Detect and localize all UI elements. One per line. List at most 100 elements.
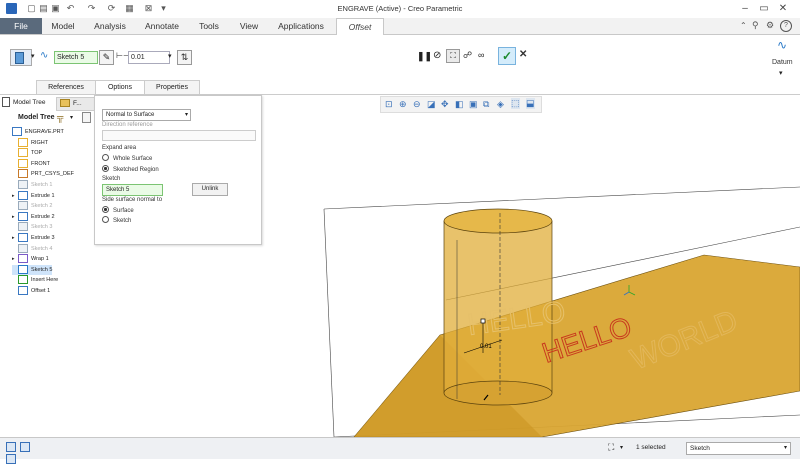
maximize-button[interactable]: ▭: [757, 2, 771, 15]
cancel-button[interactable]: ✕: [519, 49, 527, 60]
tab-references[interactable]: References: [36, 80, 96, 94]
sketched-region-radio[interactable]: Sketched Region: [102, 165, 159, 173]
tree-item[interactable]: ENGRAVE.PRT: [6, 127, 64, 137]
sketch-radio[interactable]: Sketch: [102, 216, 131, 224]
sketch-icon: [18, 180, 28, 190]
search-icon[interactable]: ⚲: [752, 20, 759, 31]
surface-radio[interactable]: Surface: [102, 206, 134, 214]
unlink-button[interactable]: Unlink: [192, 183, 228, 196]
tree-item[interactable]: FRONT: [12, 158, 50, 169]
tree-settings-dropdown-icon[interactable]: ▾: [70, 114, 73, 121]
datum-icon[interactable]: ∿: [774, 38, 790, 52]
tree-filter-icon[interactable]: [82, 112, 91, 123]
tree-item[interactable]: TOP: [12, 148, 42, 158]
verify-preview-button[interactable]: ☍: [463, 50, 472, 61]
tree-item[interactable]: Offset 1: [12, 286, 50, 296]
sketch-icon: [18, 201, 28, 211]
status-bar: ⛶ ▾ 1 selected Sketch ▾: [0, 437, 800, 464]
tree-item-label: Insert Here: [31, 277, 59, 284]
close-button[interactable]: ✕: [776, 2, 790, 15]
tree-item[interactable]: Sketch 4: [12, 243, 52, 254]
browser-toggle-icon[interactable]: [19, 442, 30, 452]
tree-item-label: Extrude 3: [31, 235, 55, 241]
attached-preview-button[interactable]: ⛶: [446, 49, 460, 63]
tab-applications[interactable]: Applications: [272, 18, 330, 34]
tab-view[interactable]: View: [232, 18, 266, 34]
tree-item-label: Sketch 2: [31, 203, 53, 210]
tab-model[interactable]: Model: [44, 18, 82, 34]
side-option-dropdown[interactable]: Normal to Surface ▾: [102, 109, 191, 121]
find-icon[interactable]: ⛶: [608, 442, 614, 453]
sketch-icon: [18, 222, 28, 232]
offset-type-dropdown-icon[interactable]: ▾: [31, 52, 35, 60]
tree-item[interactable]: ▸ Extrude 1: [12, 190, 55, 201]
tab-analysis[interactable]: Analysis: [88, 18, 132, 34]
tree-item[interactable]: RIGHT: [12, 137, 49, 148]
tree-item-label: Wrap 1: [31, 256, 49, 263]
ribbon-tabs: File Model Analysis Annotate Tools View …: [0, 18, 800, 35]
radio-selected-icon: [102, 206, 109, 213]
tree-item-label: Offset 1: [31, 288, 51, 294]
tab-tools[interactable]: Tools: [192, 18, 226, 34]
tree-item-label: PRT_CSYS_DEF: [31, 171, 74, 178]
folder-icon: [60, 99, 70, 108]
selection-count[interactable]: 1 selected: [636, 444, 666, 451]
model-tree-tab[interactable]: Model Tree: [2, 97, 54, 109]
tree-item-label: Sketch 1: [31, 182, 53, 188]
minimize-button[interactable]: –: [738, 2, 752, 15]
flip-icon: ⇅: [180, 52, 189, 62]
tree-toggle-icon[interactable]: [6, 442, 16, 452]
csys-icon: [18, 169, 28, 179]
find-dropdown-icon[interactable]: ▾: [620, 444, 623, 451]
ribbon-collapse-icon[interactable]: ⌃: [740, 21, 747, 30]
offset-distance-input[interactable]: 0.01: [128, 51, 170, 64]
tree-item-label: Extrude 1: [31, 192, 55, 199]
offset-distance-dropdown-icon[interactable]: ▾: [168, 52, 172, 60]
folder-browser-tab[interactable]: F...: [56, 97, 96, 111]
tab-annotate[interactable]: Annotate: [138, 18, 186, 34]
sketch-collector-icon: ∿: [40, 50, 49, 61]
sketch-edit-button[interactable]: ✎: [99, 50, 114, 65]
tree-settings-icon[interactable]: ╦: [57, 112, 63, 122]
tree-item-label: RIGHT: [31, 139, 49, 146]
tree-item[interactable]: Sketch 1: [12, 180, 52, 190]
direction-reference-collector[interactable]: [102, 130, 256, 141]
help-icon[interactable]: ?: [780, 20, 792, 32]
tree-item[interactable]: Sketch 3: [12, 222, 52, 232]
ok-button[interactable]: ✓: [498, 47, 516, 65]
fullscreen-icon[interactable]: [6, 454, 16, 464]
direction-reference-label: Direction reference: [102, 122, 153, 128]
datum-label[interactable]: Datum: [772, 59, 793, 66]
tree-item-label: ENGRAVE.PRT: [25, 129, 64, 135]
sketch-icon: [18, 243, 28, 253]
selection-filter[interactable]: Sketch ▾: [686, 442, 791, 455]
wrap-icon: [18, 254, 28, 264]
no-preview-button[interactable]: ⊘: [433, 50, 441, 61]
tree-item[interactable]: ▸ Extrude 2: [12, 211, 55, 222]
tree-item[interactable]: Sketch 5: [12, 264, 53, 275]
drag-handle: [480, 318, 486, 324]
offset-dimension-text[interactable]: 0.01: [480, 344, 492, 350]
whole-surface-radio[interactable]: Whole Surface: [102, 154, 152, 162]
offset-icon: [18, 286, 28, 296]
datum-dropdown-icon[interactable]: ▾: [779, 69, 783, 77]
gear-icon[interactable]: ⚙: [766, 20, 774, 31]
sketch-region-collector[interactable]: Sketch 5: [102, 184, 163, 196]
sketch-collector[interactable]: Sketch 5: [54, 51, 98, 64]
offset-type-button[interactable]: [10, 49, 32, 66]
datum-plane-icon: [18, 137, 28, 147]
tree-item[interactable]: ▸ Extrude 3: [12, 233, 55, 243]
tree-item[interactable]: PRT_CSYS_DEF: [12, 169, 74, 179]
pause-button[interactable]: ❚❚: [417, 51, 432, 62]
tab-properties[interactable]: Properties: [144, 80, 200, 94]
tab-file[interactable]: File: [0, 18, 42, 34]
tree-item[interactable]: ▸ Wrap 1: [12, 254, 49, 264]
tree-item[interactable]: Sketch 2: [12, 201, 52, 211]
flip-direction-button[interactable]: ⇅: [177, 50, 192, 65]
side-normal-label: Side surface normal to: [102, 197, 163, 203]
tab-offset[interactable]: Offset: [336, 18, 384, 35]
glasses-preview-button[interactable]: ∞: [478, 50, 484, 60]
chevron-down-icon: ▾: [184, 112, 188, 118]
tree-item[interactable]: Insert Here: [12, 275, 58, 285]
tab-options[interactable]: Options: [95, 80, 145, 94]
